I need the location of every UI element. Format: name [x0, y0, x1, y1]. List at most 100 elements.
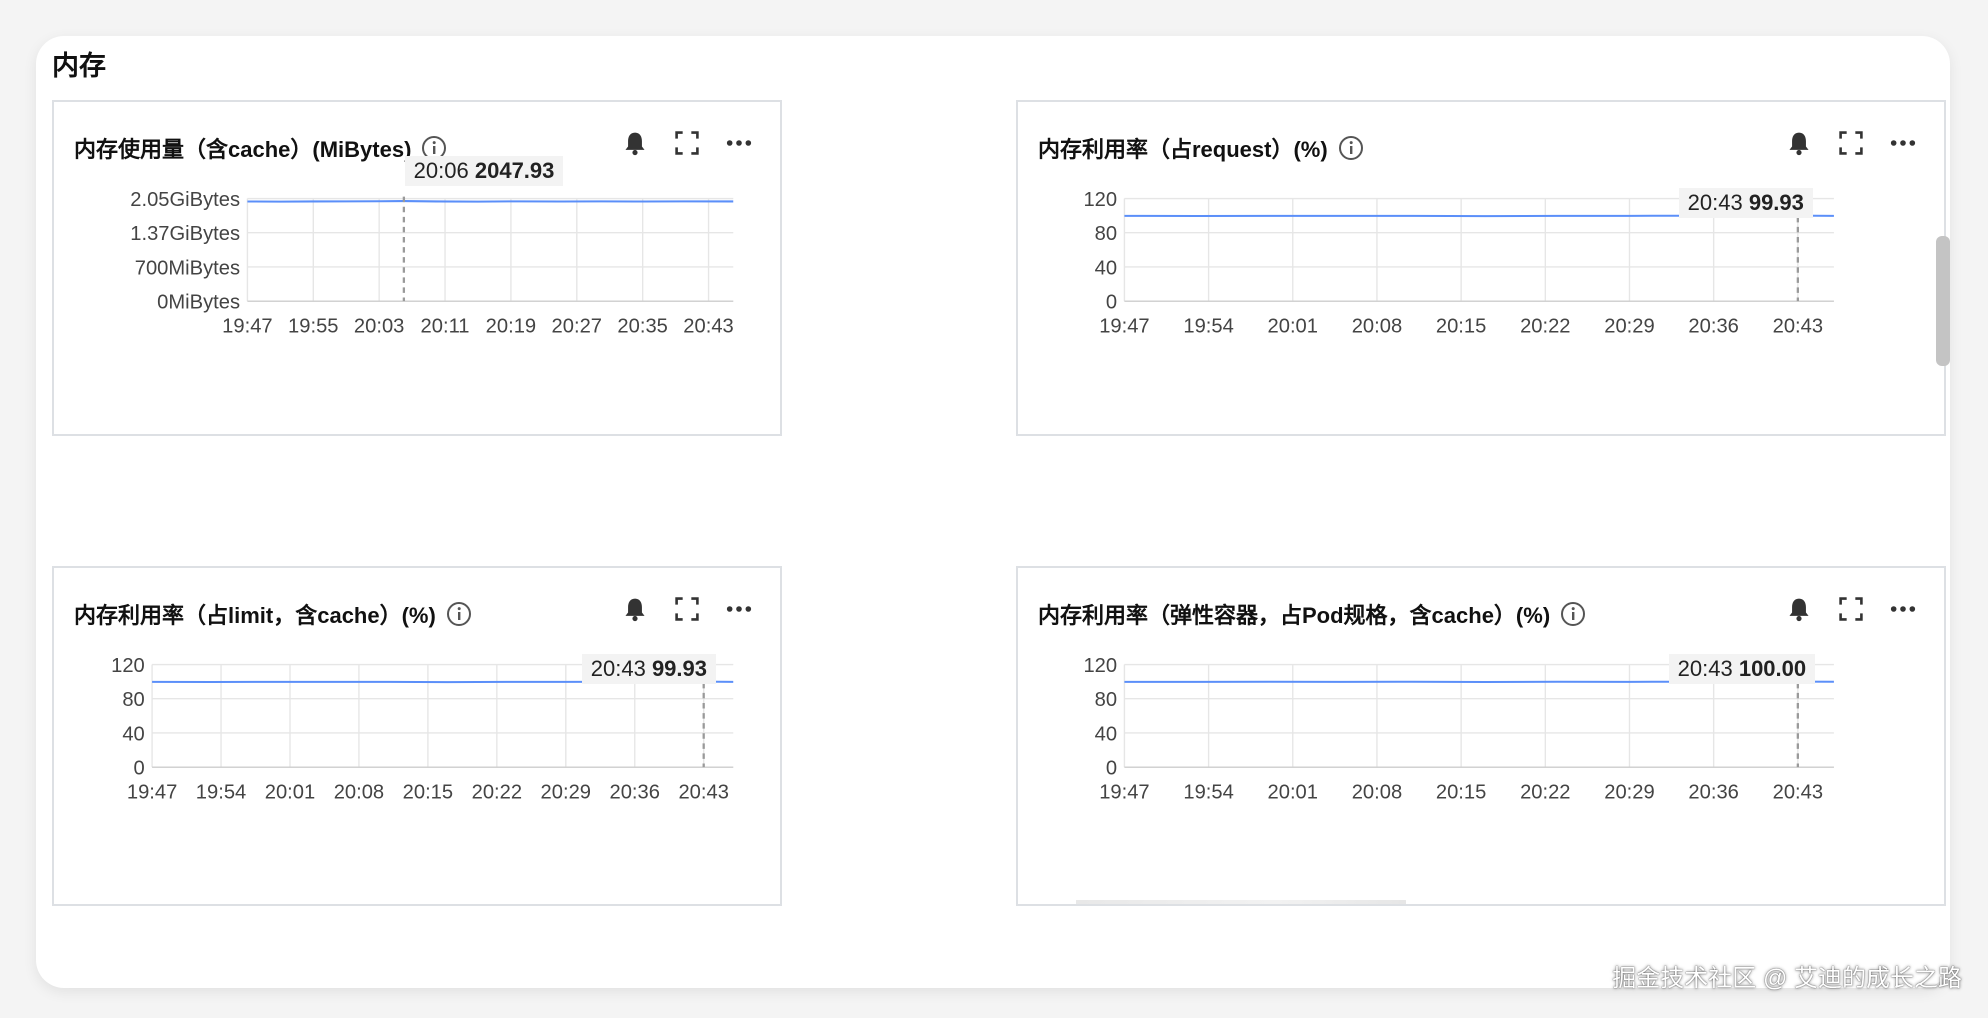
memory-request-panel: 内存利用率（占request）(%) 0 40 80 120 19:47 19:54 20:0… [1016, 100, 1946, 436]
tooltip-label: 20:43 99.93 [1678, 188, 1813, 218]
info-icon[interactable] [1338, 135, 1364, 161]
x-tick-label: 19:54 [196, 781, 246, 803]
more-icon[interactable] [1888, 128, 1918, 158]
panel-toolbar [1784, 128, 1918, 158]
more-icon[interactable] [724, 594, 754, 624]
x-tick-label: 20:29 [541, 781, 591, 803]
tooltip-time: 20:43 [1677, 656, 1733, 681]
y-tick-label: 0 [1106, 292, 1117, 314]
x-tick-label: 20:15 [403, 781, 453, 803]
x-tick-label: 20:08 [334, 781, 384, 803]
x-tick-label: 20:01 [1268, 781, 1318, 803]
legend-name-suffix: 2 [1408, 903, 1420, 904]
fullscreen-icon[interactable] [672, 128, 702, 158]
bell-icon[interactable] [620, 594, 650, 624]
y-tick-label: 80 [122, 689, 144, 711]
page-vertical-scrollbar[interactable] [1936, 236, 1950, 366]
panel-toolbar [1784, 594, 1918, 624]
legend-series-name-redacted[interactable] [1076, 900, 1406, 904]
x-tick-label: 20:15 [1436, 315, 1486, 337]
panel-toolbar [620, 128, 754, 158]
tooltip-value: 99.93 [1748, 190, 1804, 215]
x-tick-label: 20:19 [486, 315, 536, 337]
more-icon[interactable] [1888, 594, 1918, 624]
bell-icon[interactable] [620, 128, 650, 158]
series-line[interactable] [247, 200, 734, 203]
legend: 2最大值: 99.93 最小值: 99.14 平均值: 99.78 [1048, 434, 1924, 436]
x-tick-label: 19:54 [1183, 781, 1233, 803]
panel-title-text: 内存利用率（占limit，含cache）(%) [74, 603, 436, 628]
fullscreen-icon[interactable] [1836, 128, 1866, 158]
legend: t最大值: 2047.93 最小值: 2031.66 平均值: 204 [84, 434, 760, 436]
x-tick-label: 20:36 [1688, 315, 1738, 337]
x-tick-label: 20:27 [552, 315, 602, 337]
y-tick-label: 40 [122, 723, 144, 745]
tooltip-label: 20:06 2047.93 [404, 156, 564, 186]
x-tick-label: 19:47 [1099, 781, 1149, 803]
tooltip-time: 20:06 [413, 158, 469, 183]
panel-title: 内存利用率（占limit，含cache）(%) [74, 598, 472, 630]
y-tick-label: 80 [1095, 223, 1117, 245]
legend-series-name-redacted[interactable] [112, 904, 442, 906]
memory-limit-panel: 内存利用率（占limit，含cache）(%) 0 40 80 120 19:47 19:5… [52, 566, 782, 906]
x-tick-label: 20:35 [617, 315, 667, 337]
panel-title: 内存利用率（占request）(%) [1038, 132, 1364, 164]
tooltip-value: 99.93 [651, 656, 707, 681]
tooltip-label: 20:43 99.93 [581, 654, 716, 684]
y-tick-label: 120 [1083, 655, 1117, 677]
y-tick-label: 700MiBytes [135, 257, 240, 279]
x-tick-label: 20:43 [1773, 315, 1823, 337]
x-tick-label: 20:43 [683, 315, 733, 337]
bell-icon[interactable] [1784, 594, 1814, 624]
panel-title: 内存使用量（含cache）(MiBytes) [74, 132, 447, 164]
x-tick-label: 20:43 [678, 781, 728, 803]
x-tick-label: 19:47 [222, 315, 272, 337]
x-tick-label: 20:36 [610, 781, 660, 803]
info-icon[interactable] [446, 601, 472, 627]
y-tick-label: 80 [1095, 689, 1117, 711]
y-tick-label: 0 [134, 758, 145, 780]
panel-title-text: 内存利用率（占request）(%) [1038, 137, 1328, 162]
fullscreen-icon[interactable] [672, 594, 702, 624]
legend-stats: 最大值: 99.93 最小值: 99.14 平均值: 99.78 [1428, 434, 1840, 436]
legend-series-name-redacted[interactable] [1076, 434, 1406, 436]
legend: 最大值: 99.93 最小值: 99.14 平均值: 99.78 [84, 904, 760, 906]
panel-title-text: 内存利用率（弹性容器，占Pod规格，含cache）(%) [1038, 603, 1551, 628]
y-tick-label: 0MiBytes [157, 292, 240, 314]
x-tick-label: 19:54 [1183, 315, 1233, 337]
tooltip-label: 20:43 100.00 [1668, 654, 1816, 684]
line-chart[interactable]: 0MiBytes 700MiBytes 1.37GiBytes 2.05GiBytes… [54, 182, 780, 402]
x-tick-label: 20:29 [1604, 781, 1654, 803]
x-tick-label: 20:01 [265, 781, 315, 803]
x-tick-label: 20:22 [1520, 315, 1570, 337]
memory-pod-spec-panel: 内存利用率（弹性容器，占Pod规格，含cache）(%) 0 40 80 120 19:4… [1016, 566, 1946, 906]
memory-section: 内存 内存使用量（含cache）(MiBytes) 0MiBytes 700MiBy… [36, 36, 1950, 988]
x-tick-label: 19:47 [1099, 315, 1149, 337]
watermark: 掘金技术社区 @ 艾迪的成长之路 [1612, 965, 1962, 992]
tooltip-value: 100.00 [1738, 656, 1807, 681]
tooltip-time: 20:43 [590, 656, 646, 681]
x-tick-label: 20:29 [1604, 315, 1654, 337]
x-tick-label: 20:08 [1352, 315, 1402, 337]
fullscreen-icon[interactable] [1836, 594, 1866, 624]
y-tick-label: 120 [1083, 189, 1117, 211]
y-tick-label: 120 [111, 655, 145, 677]
x-tick-label: 20:36 [1688, 781, 1738, 803]
legend-series-name-redacted[interactable] [112, 434, 442, 436]
y-tick-label: 40 [1095, 257, 1117, 279]
x-tick-label: 19:47 [127, 781, 177, 803]
legend-stats: 最大值: 2047.93 最小值: 2031.66 平均值: 204 [458, 434, 760, 436]
x-tick-label: 20:08 [1352, 781, 1402, 803]
bell-icon[interactable] [1784, 128, 1814, 158]
tooltip-time: 20:43 [1687, 190, 1743, 215]
y-tick-label: 1.37GiBytes [130, 223, 240, 245]
y-tick-label: 0 [1106, 758, 1117, 780]
memory-usage-panel: 内存使用量（含cache）(MiBytes) 0MiBytes 700MiBytes… [52, 100, 782, 436]
x-tick-label: 20:43 [1773, 781, 1823, 803]
x-tick-label: 20:01 [1268, 315, 1318, 337]
more-icon[interactable] [724, 128, 754, 158]
legend-stats: 最大值: 99.93 最小值: 99.14 平均值: 99.78 [452, 904, 760, 906]
info-icon[interactable] [1560, 601, 1586, 627]
panel-title-text: 内存使用量（含cache）(MiBytes) [74, 137, 412, 162]
x-tick-label: 19:55 [288, 315, 338, 337]
